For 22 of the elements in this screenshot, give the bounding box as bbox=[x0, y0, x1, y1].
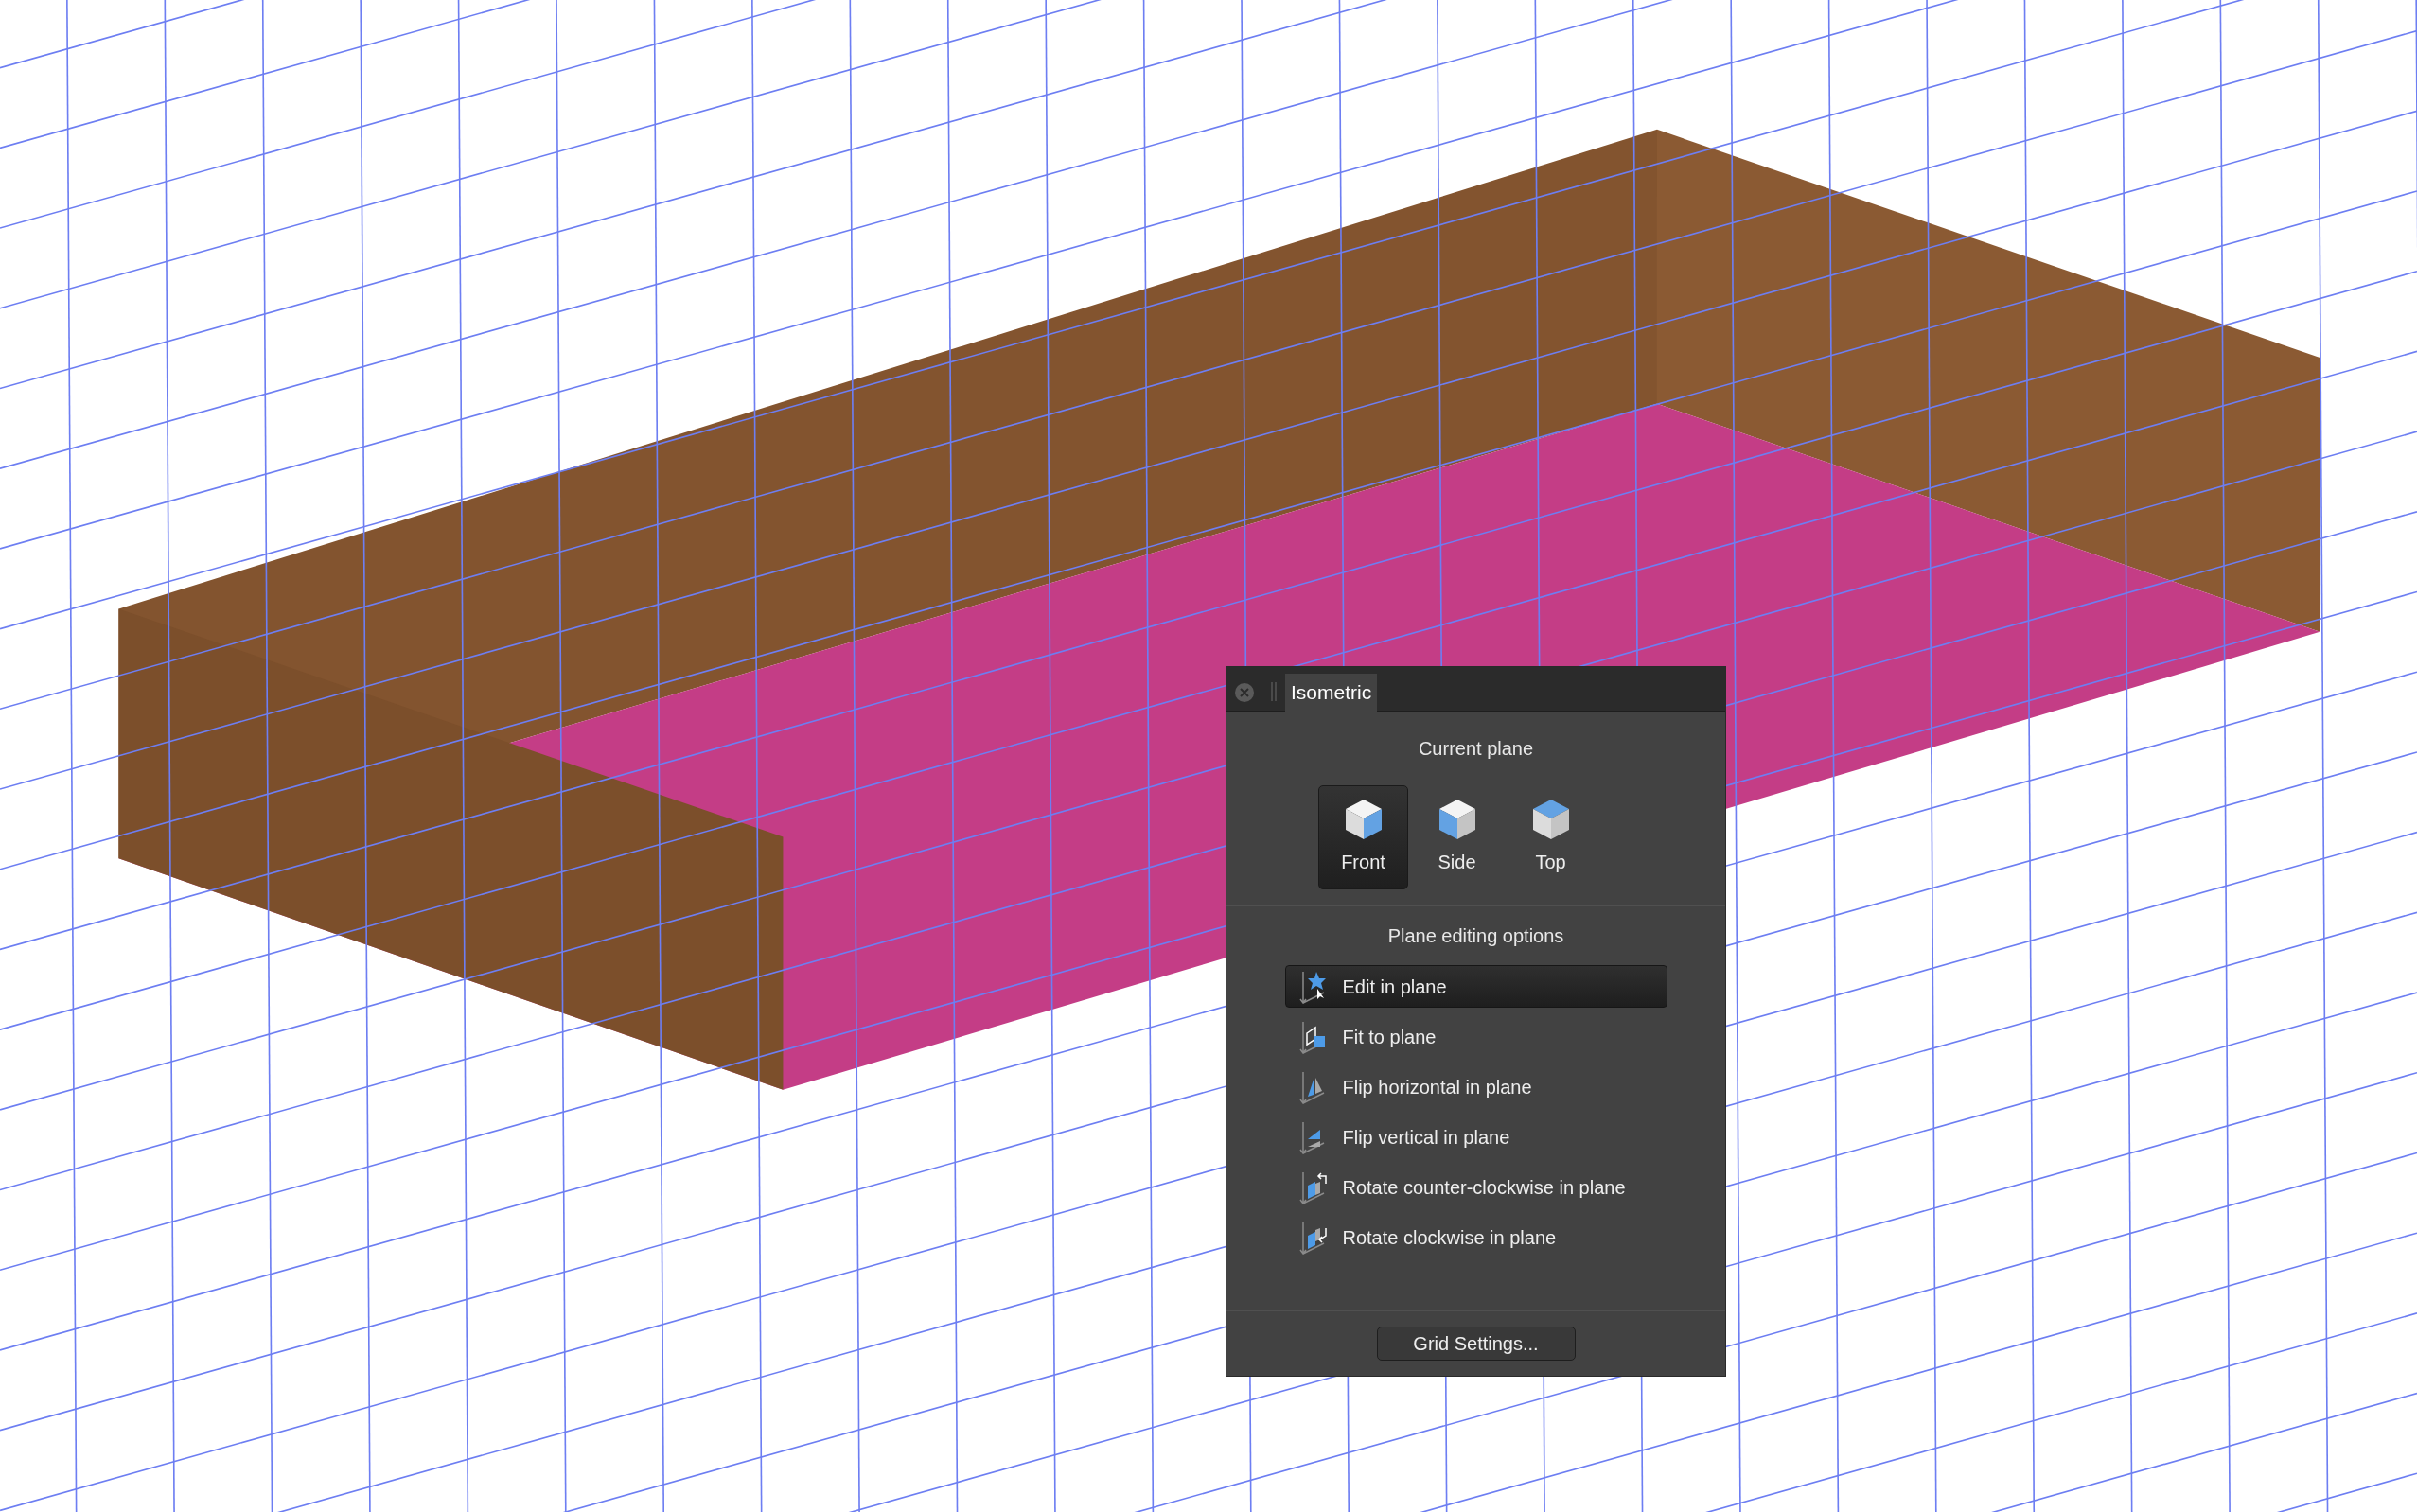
plane-button[interactable]: Side bbox=[1412, 785, 1502, 889]
option-button[interactable]: Flip horizontal in plane bbox=[1284, 1065, 1667, 1108]
option-button[interactable]: Edit in plane bbox=[1284, 965, 1667, 1008]
fit-plane-icon bbox=[1297, 1019, 1328, 1054]
grid-settings-button[interactable]: Grid Settings... bbox=[1376, 1327, 1576, 1361]
option-button[interactable]: Rotate clockwise in plane bbox=[1284, 1216, 1667, 1258]
cube-icon bbox=[1531, 799, 1570, 840]
plane-button[interactable]: Front bbox=[1318, 785, 1408, 889]
cube-icon bbox=[1438, 799, 1476, 840]
section-title: Current plane bbox=[1418, 738, 1534, 759]
panel-tab[interactable]: Isometric bbox=[1285, 674, 1378, 712]
plane-button[interactable]: Top bbox=[1506, 785, 1596, 889]
drag-handle-icon[interactable] bbox=[1270, 682, 1278, 701]
close-icon[interactable] bbox=[1234, 682, 1255, 703]
option-button[interactable]: Rotate counter-clockwise in plane bbox=[1284, 1166, 1667, 1208]
section-title: Plane editing options bbox=[1387, 925, 1564, 946]
cube-icon bbox=[1344, 799, 1383, 840]
rotate-left-icon bbox=[1297, 1169, 1328, 1204]
edit-star-icon bbox=[1297, 969, 1328, 1004]
option-button[interactable]: Fit to plane bbox=[1284, 1015, 1667, 1058]
option-button[interactable]: Flip vertical in plane bbox=[1284, 1116, 1667, 1158]
rotate-right-icon bbox=[1297, 1220, 1328, 1255]
